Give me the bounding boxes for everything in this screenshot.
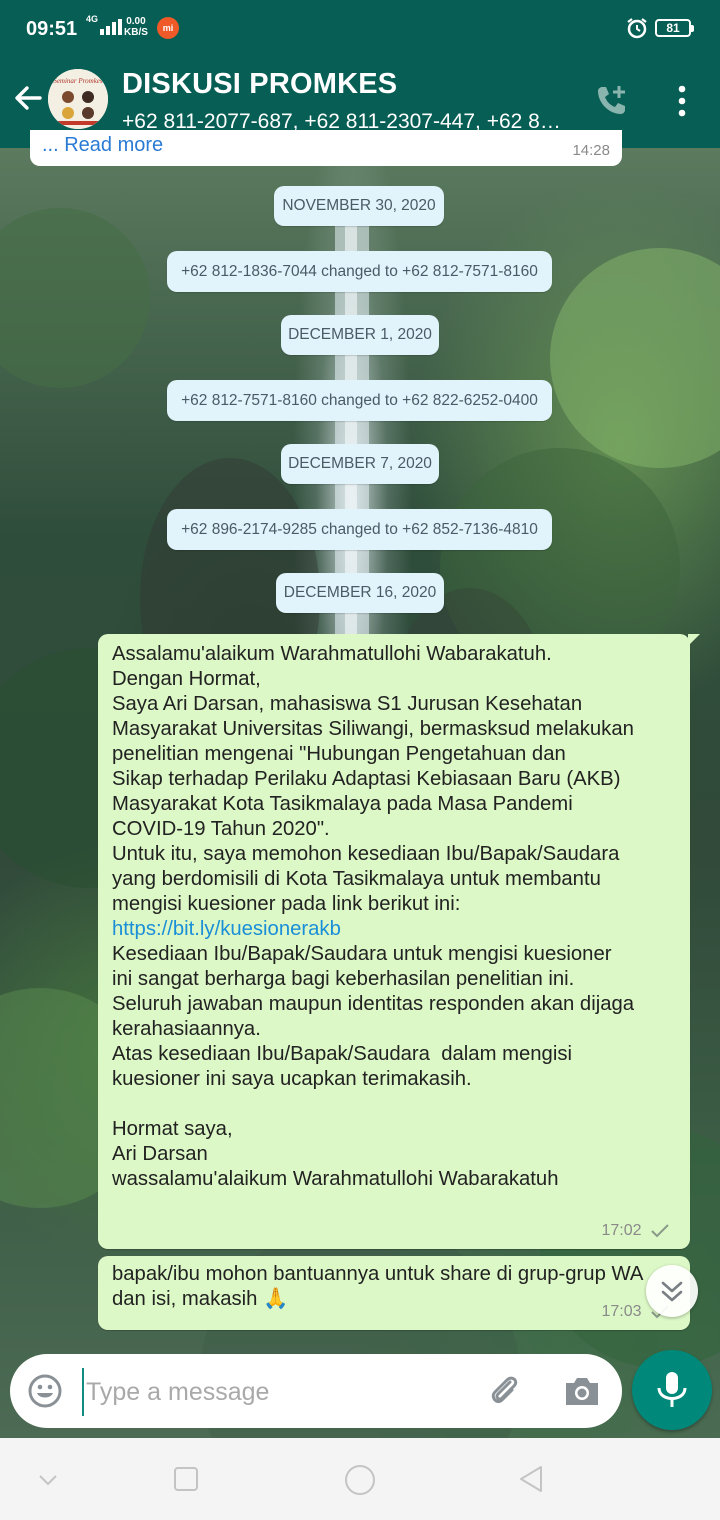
group-avatar-image: Seminar Promkes bbox=[48, 69, 108, 129]
date-divider: DECEMBER 7, 2020 bbox=[281, 444, 439, 484]
system-notice: +62 812-1836-7044 changed to +62 812-757… bbox=[167, 251, 552, 292]
signal-icon bbox=[100, 19, 122, 35]
speed-unit: KB/S bbox=[124, 27, 148, 38]
more-vertical-icon[interactable] bbox=[670, 84, 694, 118]
camera-icon[interactable] bbox=[562, 1372, 602, 1410]
emoji-icon[interactable] bbox=[26, 1372, 64, 1410]
previous-message-bubble: ... Read more 14:28 bbox=[30, 130, 622, 166]
group-avatar[interactable]: Seminar Promkes bbox=[48, 69, 108, 129]
paperclip-icon[interactable] bbox=[486, 1372, 524, 1410]
date-divider: DECEMBER 16, 2020 bbox=[276, 573, 444, 613]
recents-icon[interactable] bbox=[172, 1465, 200, 1493]
double-chevron-down-icon bbox=[661, 1281, 683, 1302]
sent-check-icon bbox=[651, 1224, 669, 1238]
system-notice: +62 812-7571-8160 changed to +62 822-625… bbox=[167, 380, 552, 421]
alarm-icon bbox=[627, 18, 647, 39]
network-speed: 0.00 KB/S bbox=[124, 16, 148, 38]
avatar-caption: Seminar Promkes bbox=[53, 77, 103, 85]
back-nav-icon[interactable] bbox=[516, 1464, 546, 1494]
home-icon[interactable] bbox=[343, 1463, 377, 1497]
battery-indicator: 81 bbox=[655, 19, 694, 37]
status-time: 09:51 bbox=[26, 18, 78, 40]
message-link[interactable]: https://bit.ly/kuesionerakb bbox=[112, 918, 341, 940]
microphone-button[interactable] bbox=[632, 1350, 712, 1430]
message-composer bbox=[10, 1354, 622, 1428]
message-text-part-2: Kesediaan Ibu/Bapak/Saudara untuk mengis… bbox=[112, 943, 635, 1190]
network-type: 4G bbox=[86, 14, 99, 24]
message-text: Assalamu'alaikum Warahmatullohi Wabaraka… bbox=[112, 642, 682, 1192]
read-more-link[interactable]: ... Read more bbox=[42, 134, 163, 157]
date-divider: NOVEMBER 30, 2020 bbox=[274, 186, 444, 226]
message-time: 14:28 bbox=[572, 142, 610, 159]
add-call-icon[interactable] bbox=[594, 82, 630, 118]
date-divider: DECEMBER 1, 2020 bbox=[281, 315, 439, 355]
speed-value: 0.00 bbox=[126, 16, 146, 27]
message-time: 17:03 bbox=[601, 1303, 642, 1320]
bubble-tail bbox=[688, 634, 700, 646]
message-meta: 17:02 bbox=[602, 1218, 671, 1243]
outgoing-message[interactable]: Assalamu'alaikum Warahmatullohi Wabaraka… bbox=[98, 634, 700, 1249]
system-navigation-bar bbox=[0, 1438, 720, 1520]
scroll-to-bottom-button[interactable] bbox=[646, 1265, 698, 1317]
message-text-part-1: Assalamu'alaikum Warahmatullohi Wabaraka… bbox=[112, 643, 634, 915]
chevron-down-icon[interactable] bbox=[36, 1468, 60, 1492]
mi-icon: mi bbox=[157, 17, 179, 39]
microphone-icon bbox=[657, 1372, 687, 1407]
arrow-left-icon[interactable] bbox=[12, 82, 44, 114]
status-bar: 09:51 4G 0.00 KB/S mi 81 bbox=[0, 0, 720, 56]
message-time: 17:02 bbox=[601, 1222, 642, 1239]
message-text: bapak/ibu mohon bantuannya untuk share d… bbox=[112, 1263, 644, 1310]
message-input[interactable] bbox=[82, 1368, 478, 1416]
group-title[interactable]: DISKUSI PROMKES bbox=[122, 68, 397, 101]
outgoing-message[interactable]: bapak/ibu mohon bantuannya untuk share d… bbox=[98, 1256, 690, 1330]
system-notice: +62 896-2174-9285 changed to +62 852-713… bbox=[167, 509, 552, 550]
